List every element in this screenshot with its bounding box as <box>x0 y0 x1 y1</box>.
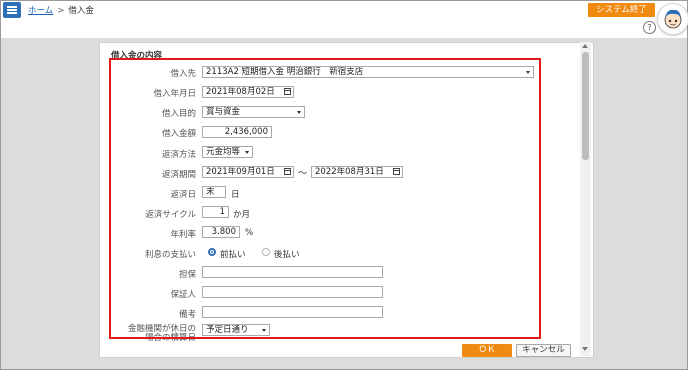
help-icon[interactable]: ? <box>643 21 656 34</box>
sub-toolbar <box>1 19 656 39</box>
avatar[interactable] <box>657 3 688 35</box>
breadcrumb-home-link[interactable]: ホーム <box>28 6 53 16</box>
top-bar: ホーム > 借入金 システム終了 <box>1 1 687 19</box>
scroll-thumb[interactable] <box>582 52 589 160</box>
system-exit-button[interactable]: システム終了 <box>588 3 655 17</box>
menu-icon[interactable] <box>3 2 21 18</box>
breadcrumb-separator: > <box>57 6 65 16</box>
scroll-up-icon[interactable] <box>582 44 588 48</box>
scrollbar[interactable] <box>580 42 591 356</box>
ok-button[interactable]: ＯＫ <box>462 344 512 357</box>
highlight-box <box>109 58 541 339</box>
scroll-down-icon[interactable] <box>582 347 588 351</box>
breadcrumb: ホーム > 借入金 <box>28 4 94 16</box>
cancel-button[interactable]: キャンセル <box>516 344 571 357</box>
breadcrumb-current: 借入金 <box>68 6 94 16</box>
